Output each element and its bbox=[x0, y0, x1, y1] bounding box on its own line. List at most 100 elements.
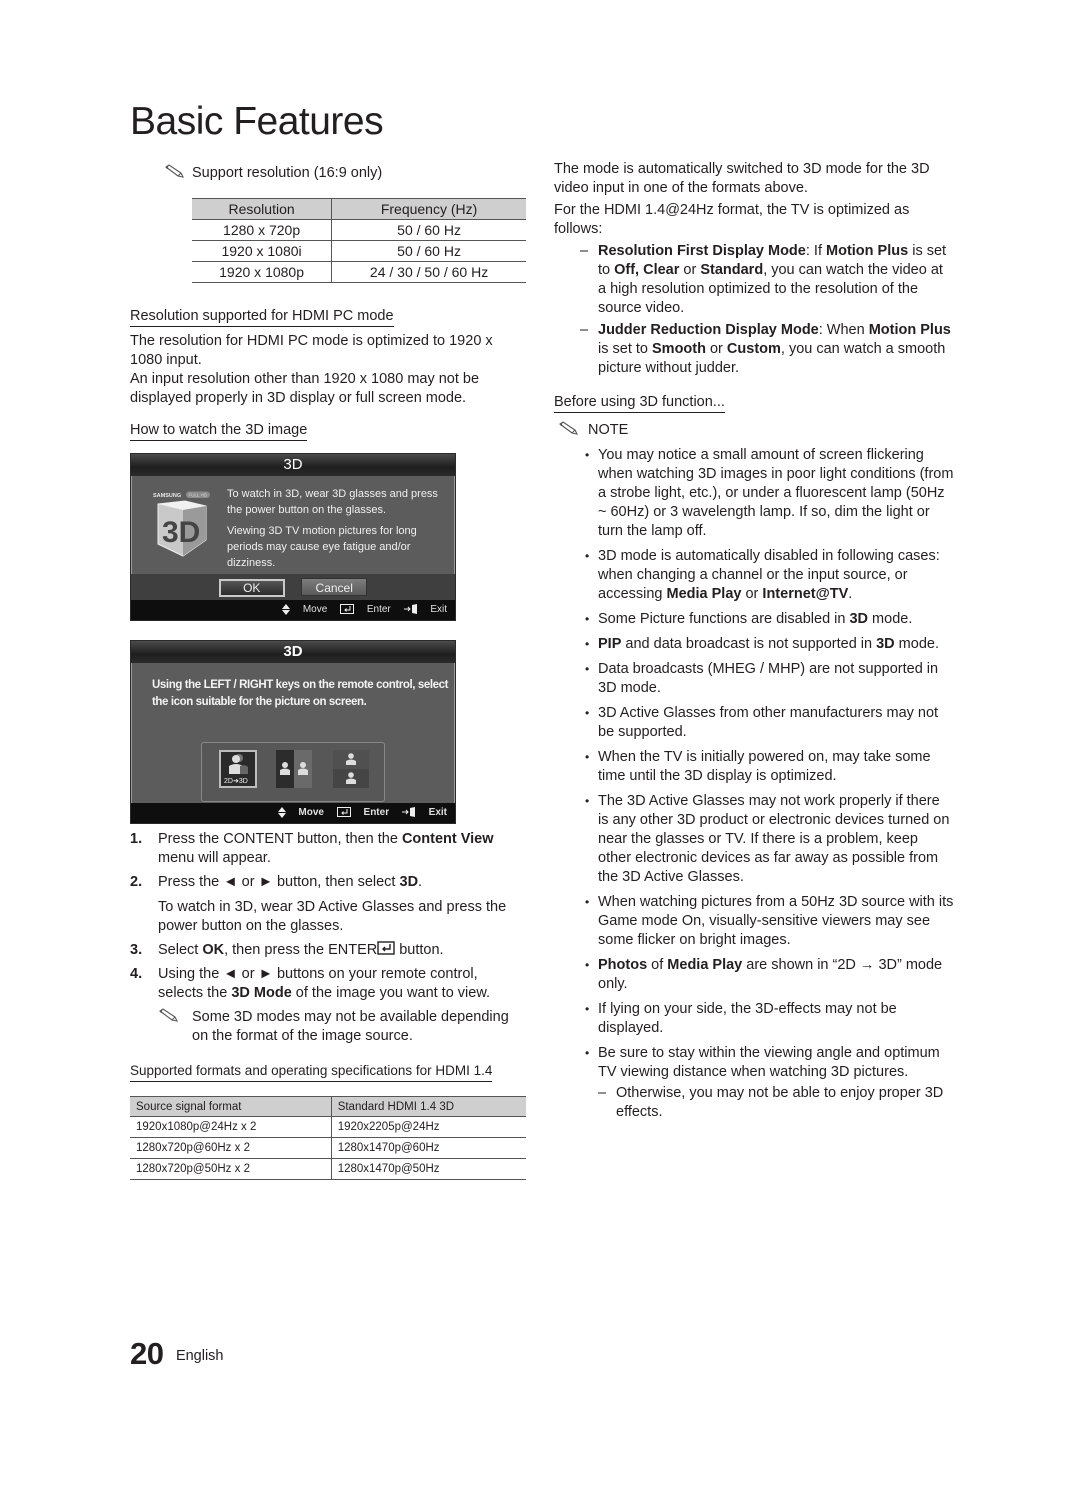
note-bullet-item: • Some Picture functions are disabled in … bbox=[554, 610, 954, 629]
mode-item: – Judder Reduction Display Mode: When Mo… bbox=[554, 321, 954, 378]
step-note: Some 3D modes may not be available depen… bbox=[158, 1008, 526, 1046]
step-bold: 3D Mode bbox=[231, 985, 292, 1001]
enter-key-icon bbox=[336, 807, 351, 818]
table-row: 1920 x 1080p 24 / 30 / 50 / 60 Hz bbox=[192, 261, 526, 283]
dialog-title: 3D bbox=[131, 454, 455, 476]
step-number: 4. bbox=[130, 966, 143, 982]
step-bold: Content View bbox=[401, 831, 494, 847]
pencil-note-icon bbox=[165, 164, 184, 178]
step-bold: OK bbox=[202, 942, 225, 958]
steps-list: 1. Press the CONTENT button, then the Co… bbox=[130, 830, 526, 1046]
table-cell: 1280x1470p@50Hz bbox=[330, 1158, 526, 1180]
table-header: Resolution bbox=[192, 198, 332, 220]
bullet-text: When the TV is initially powered on, may… bbox=[598, 749, 931, 784]
bullet-marker: • bbox=[585, 958, 590, 972]
before-heading: Before using 3D function... bbox=[554, 393, 725, 413]
exit-door-icon bbox=[401, 807, 415, 818]
bullet-text: of bbox=[647, 957, 668, 973]
table-row: 1920 x 1080i 50 / 60 Hz bbox=[192, 240, 526, 262]
dash-marker: – bbox=[580, 243, 589, 259]
mode-name: Judder Reduction Display Mode bbox=[598, 322, 819, 338]
3d-confirm-dialog: 3D SAMSUNG FULL HD 3D To watch in 3D, we… bbox=[130, 453, 456, 621]
table-row: 1920x1080p@24Hz x 2 1920x2205p@24Hz bbox=[130, 1116, 526, 1138]
step-text: button. bbox=[395, 942, 444, 958]
mode-label: 2D➜3D bbox=[224, 778, 248, 785]
left-column: Support resolution (16:9 only) Resolutio… bbox=[130, 160, 526, 1180]
table-row: 1280 x 720p 50 / 60 Hz bbox=[192, 219, 526, 241]
ok-button[interactable]: OK bbox=[218, 579, 285, 597]
mode-name: Resolution First Display Mode bbox=[598, 243, 806, 259]
sub-note-text: Otherwise, you may not be able to enjoy … bbox=[616, 1085, 944, 1120]
footer-enter: Enter bbox=[363, 807, 390, 818]
move-arrows-icon bbox=[277, 806, 286, 818]
resolution-table: Resolution Frequency (Hz) 1280 x 720p 50 … bbox=[192, 198, 526, 283]
bullet-marker: • bbox=[585, 706, 590, 720]
bullet-bold: PIP bbox=[598, 636, 622, 652]
bullet-bold: 3D bbox=[876, 636, 895, 652]
step-number: 1. bbox=[130, 831, 143, 847]
mode-bold: Off, Clear bbox=[614, 262, 680, 278]
hdmi-pc-text: The resolution for HDMI PC mode is optim… bbox=[130, 333, 493, 368]
move-arrows-icon bbox=[282, 603, 291, 615]
table-cell: 1920x1080p@24Hz x 2 bbox=[130, 1116, 332, 1138]
mode-side-by-side[interactable] bbox=[276, 750, 312, 788]
table-cell: 1920 x 1080p bbox=[192, 261, 332, 283]
step-text: . bbox=[418, 874, 423, 890]
step-item: 3. Select OK, then press the ENTER butto… bbox=[130, 941, 526, 960]
mode-text: is set to bbox=[598, 341, 652, 357]
samsung-3d-logo-icon: SAMSUNG FULL HD 3D bbox=[153, 491, 210, 557]
right-column: The mode is automatically switched to 3D… bbox=[554, 160, 954, 1122]
dialog-footer: Move Enter Exit bbox=[131, 803, 455, 823]
bullet-text: mode. bbox=[894, 636, 939, 652]
dialog-message: Using the LEFT / RIGHT keys on the remot… bbox=[152, 679, 449, 708]
step-text: Select bbox=[158, 942, 203, 958]
step-item: 2. Press the ◄ or ► button, then select … bbox=[130, 873, 526, 936]
logo-3d-text: 3D bbox=[162, 516, 200, 549]
mode-item: – Resolution First Display Mode: If Moti… bbox=[554, 242, 954, 318]
bullet-bold: Media Play bbox=[666, 586, 742, 602]
dialog-title: 3D bbox=[131, 641, 455, 663]
table-cell: 50 / 60 Hz bbox=[331, 219, 526, 241]
step-number: 2. bbox=[130, 874, 143, 890]
table-row: 1280x720p@50Hz x 2 1280x1470p@50Hz bbox=[130, 1158, 526, 1180]
mode-top-bottom[interactable] bbox=[333, 750, 369, 788]
mode-bold: Custom bbox=[726, 341, 781, 357]
step-item: 4. Using the ◄ or ► buttons on your remo… bbox=[130, 965, 526, 1046]
hdmi-pc-text: An input resolution other than 1920 x 10… bbox=[130, 371, 480, 406]
top-bottom-icon bbox=[333, 750, 369, 788]
logo-brand: SAMSUNG bbox=[153, 493, 181, 499]
bullet-bold: Internet@TV bbox=[762, 586, 849, 602]
bullet-marker: • bbox=[585, 448, 590, 462]
note-bullet-item: • PIP and data broadcast is not supported… bbox=[554, 635, 954, 654]
bullet-text: When watching pictures from a 50Hz 3D so… bbox=[598, 894, 954, 948]
table-cell: 1920x2205p@24Hz bbox=[330, 1116, 526, 1138]
cancel-button[interactable]: Cancel bbox=[301, 578, 368, 596]
bullet-text: The 3D Active Glasses may not work prope… bbox=[598, 793, 950, 885]
bullet-bold: Photos bbox=[598, 957, 648, 973]
intro-text: For the HDMI 1.4@24Hz format, the TV is … bbox=[554, 202, 910, 237]
dialog-footer: Move Enter Exit bbox=[131, 600, 455, 620]
mode-2d-to-3d[interactable]: 2D➜3D bbox=[219, 750, 257, 788]
page-language: English bbox=[175, 1348, 224, 1364]
how-to-heading: How to watch the 3D image bbox=[130, 421, 308, 441]
bullet-text: or bbox=[741, 586, 763, 602]
table-row: 1280x720p@60Hz x 2 1280x1470p@60Hz bbox=[130, 1137, 526, 1159]
mode-text: : When bbox=[818, 322, 869, 338]
support-note-text: Support resolution (16:9 only) bbox=[192, 165, 383, 181]
bullet-text: Data broadcasts (MHEG / MHP) are not sup… bbox=[598, 661, 939, 696]
mode-bold: Standard bbox=[700, 262, 764, 278]
dash-marker: – bbox=[598, 1085, 607, 1101]
footer-enter: Enter bbox=[366, 604, 391, 615]
intro-text: The mode is automatically switched to 3D… bbox=[554, 161, 930, 196]
table-cell: 1280 x 720p bbox=[192, 219, 332, 241]
table-header: Source signal format bbox=[130, 1096, 332, 1117]
note-bullet-item: • When the TV is initially powered on, ma… bbox=[554, 748, 954, 786]
table-cell: 1920 x 1080i bbox=[192, 240, 332, 262]
hdmi14-heading: Supported formats and operating specific… bbox=[130, 1062, 493, 1082]
page-title: Basic Features bbox=[130, 100, 384, 143]
note-bullet-item: • The 3D Active Glasses may not work prop… bbox=[554, 792, 954, 887]
step-text: Press the ◄ or ► button, then select bbox=[158, 874, 400, 890]
bullet-text: and data broadcast is not supported in bbox=[621, 636, 877, 652]
bullet-marker: • bbox=[585, 895, 590, 909]
table-cell: 24 / 30 / 50 / 60 Hz bbox=[331, 261, 526, 283]
